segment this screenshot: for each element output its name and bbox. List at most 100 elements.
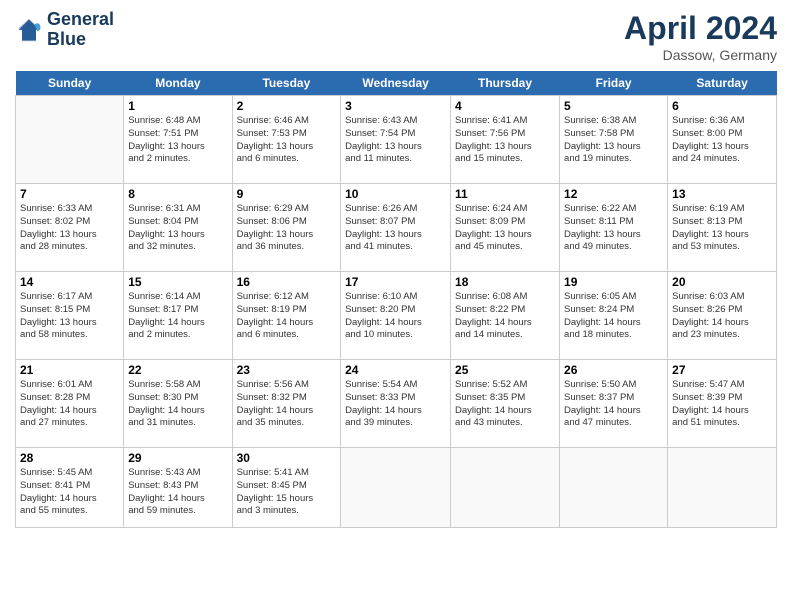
day-info: Sunrise: 6:43 AM Sunset: 7:54 PM Dayligh… bbox=[345, 115, 446, 166]
calendar-cell: 9Sunrise: 6:29 AM Sunset: 8:06 PM Daylig… bbox=[232, 184, 341, 272]
day-number: 24 bbox=[345, 363, 446, 377]
day-info: Sunrise: 5:58 AM Sunset: 8:30 PM Dayligh… bbox=[128, 379, 227, 430]
day-info: Sunrise: 6:38 AM Sunset: 7:58 PM Dayligh… bbox=[564, 115, 663, 166]
day-number: 27 bbox=[672, 363, 772, 377]
day-header-friday: Friday bbox=[560, 71, 668, 96]
calendar-cell: 4 Sunrise: 6:41 AM Sunset: 7:56 PM Daylig… bbox=[451, 96, 560, 184]
day-info: Sunrise: 5:50 AM Sunset: 8:37 PM Dayligh… bbox=[564, 379, 663, 430]
calendar-cell: 13 Sunrise: 6:19 AM Sunset: 8:13 PM Dayli… bbox=[668, 184, 777, 272]
day-info: Sunrise: 6:41 AM Sunset: 7:56 PM Dayligh… bbox=[455, 115, 555, 166]
calendar-cell: 12 Sunrise: 6:22 AM Sunset: 8:11 PM Dayli… bbox=[560, 184, 668, 272]
day-info: Sunrise: 6:05 AM Sunset: 8:24 PM Dayligh… bbox=[564, 291, 663, 342]
day-number: 29 bbox=[128, 451, 227, 465]
calendar-cell: 30Sunrise: 5:41 AM Sunset: 8:45 PM Dayli… bbox=[232, 448, 341, 528]
day-info: Sunrise: 6:03 AM Sunset: 8:26 PM Dayligh… bbox=[672, 291, 772, 342]
day-number: 17 bbox=[345, 275, 446, 289]
day-header-monday: Monday bbox=[124, 71, 232, 96]
day-info: Sunrise: 6:14 AM Sunset: 8:17 PM Dayligh… bbox=[128, 291, 227, 342]
logo-icon bbox=[15, 16, 43, 44]
day-number: 13 bbox=[672, 187, 772, 201]
day-info: Sunrise: 6:08 AM Sunset: 8:22 PM Dayligh… bbox=[455, 291, 555, 342]
day-info: Sunrise: 5:56 AM Sunset: 8:32 PM Dayligh… bbox=[237, 379, 337, 430]
day-number: 28 bbox=[20, 451, 119, 465]
day-number: 7 bbox=[20, 187, 119, 201]
logo-text: General Blue bbox=[47, 10, 114, 50]
day-number: 22 bbox=[128, 363, 227, 377]
calendar-cell bbox=[451, 448, 560, 528]
day-info: Sunrise: 6:17 AM Sunset: 8:15 PM Dayligh… bbox=[20, 291, 119, 342]
day-number: 5 bbox=[564, 99, 663, 113]
calendar-cell: 16Sunrise: 6:12 AM Sunset: 8:19 PM Dayli… bbox=[232, 272, 341, 360]
day-number: 3 bbox=[345, 99, 446, 113]
day-info: Sunrise: 6:24 AM Sunset: 8:09 PM Dayligh… bbox=[455, 203, 555, 254]
calendar-cell: 22 Sunrise: 5:58 AM Sunset: 8:30 PM Dayli… bbox=[124, 360, 232, 448]
calendar-title: April 2024 bbox=[624, 10, 777, 47]
page-container: General Blue April 2024 Dassow, Germany … bbox=[0, 0, 792, 538]
day-number: 25 bbox=[455, 363, 555, 377]
calendar-cell: 18 Sunrise: 6:08 AM Sunset: 8:22 PM Dayli… bbox=[451, 272, 560, 360]
calendar-cell: 14 Sunrise: 6:17 AM Sunset: 8:15 PM Dayli… bbox=[16, 272, 124, 360]
calendar-cell: 15 Sunrise: 6:14 AM Sunset: 8:17 PM Dayli… bbox=[124, 272, 232, 360]
day-number: 12 bbox=[564, 187, 663, 201]
day-info: Sunrise: 6:26 AM Sunset: 8:07 PM Dayligh… bbox=[345, 203, 446, 254]
calendar-cell: 26 Sunrise: 5:50 AM Sunset: 8:37 PM Dayli… bbox=[560, 360, 668, 448]
day-number: 6 bbox=[672, 99, 772, 113]
day-number: 1 bbox=[128, 99, 227, 113]
logo-line2: Blue bbox=[47, 30, 114, 50]
calendar-cell: 28 Sunrise: 5:45 AM Sunset: 8:41 PM Dayli… bbox=[16, 448, 124, 528]
calendar-week-1: 1Sunrise: 6:48 AM Sunset: 7:51 PM Daylig… bbox=[16, 96, 777, 184]
header: General Blue April 2024 Dassow, Germany bbox=[15, 10, 777, 63]
day-info: Sunrise: 6:01 AM Sunset: 8:28 PM Dayligh… bbox=[20, 379, 119, 430]
calendar-subtitle: Dassow, Germany bbox=[624, 47, 777, 63]
day-header-tuesday: Tuesday bbox=[232, 71, 341, 96]
calendar-week-2: 7 Sunrise: 6:33 AM Sunset: 8:02 PM Daylig… bbox=[16, 184, 777, 272]
calendar-week-3: 14 Sunrise: 6:17 AM Sunset: 8:15 PM Dayli… bbox=[16, 272, 777, 360]
day-number: 30 bbox=[237, 451, 337, 465]
day-number: 14 bbox=[20, 275, 119, 289]
day-info: Sunrise: 6:29 AM Sunset: 8:06 PM Dayligh… bbox=[237, 203, 337, 254]
calendar-cell: 1Sunrise: 6:48 AM Sunset: 7:51 PM Daylig… bbox=[124, 96, 232, 184]
day-number: 19 bbox=[564, 275, 663, 289]
calendar-cell: 20Sunrise: 6:03 AM Sunset: 8:26 PM Dayli… bbox=[668, 272, 777, 360]
day-number: 10 bbox=[345, 187, 446, 201]
day-info: Sunrise: 5:45 AM Sunset: 8:41 PM Dayligh… bbox=[20, 467, 119, 518]
day-number: 2 bbox=[237, 99, 337, 113]
day-number: 4 bbox=[455, 99, 555, 113]
calendar-cell: 17 Sunrise: 6:10 AM Sunset: 8:20 PM Dayli… bbox=[341, 272, 451, 360]
calendar-cell: 23 Sunrise: 5:56 AM Sunset: 8:32 PM Dayli… bbox=[232, 360, 341, 448]
day-number: 18 bbox=[455, 275, 555, 289]
day-number: 23 bbox=[237, 363, 337, 377]
calendar-cell: 25 Sunrise: 5:52 AM Sunset: 8:35 PM Dayli… bbox=[451, 360, 560, 448]
title-area: April 2024 Dassow, Germany bbox=[624, 10, 777, 63]
day-number: 15 bbox=[128, 275, 227, 289]
calendar-cell bbox=[560, 448, 668, 528]
day-info: Sunrise: 6:33 AM Sunset: 8:02 PM Dayligh… bbox=[20, 203, 119, 254]
calendar-cell: 24Sunrise: 5:54 AM Sunset: 8:33 PM Dayli… bbox=[341, 360, 451, 448]
day-info: Sunrise: 6:10 AM Sunset: 8:20 PM Dayligh… bbox=[345, 291, 446, 342]
day-info: Sunrise: 6:31 AM Sunset: 8:04 PM Dayligh… bbox=[128, 203, 227, 254]
calendar-table: SundayMondayTuesdayWednesdayThursdayFrid… bbox=[15, 71, 777, 528]
calendar-cell: 21 Sunrise: 6:01 AM Sunset: 8:28 PM Dayli… bbox=[16, 360, 124, 448]
day-info: Sunrise: 6:36 AM Sunset: 8:00 PM Dayligh… bbox=[672, 115, 772, 166]
day-number: 21 bbox=[20, 363, 119, 377]
day-info: Sunrise: 6:46 AM Sunset: 7:53 PM Dayligh… bbox=[237, 115, 337, 166]
day-info: Sunrise: 6:19 AM Sunset: 8:13 PM Dayligh… bbox=[672, 203, 772, 254]
calendar-cell: 27 Sunrise: 5:47 AM Sunset: 8:39 PM Dayli… bbox=[668, 360, 777, 448]
day-number: 8 bbox=[128, 187, 227, 201]
calendar-cell bbox=[16, 96, 124, 184]
calendar-cell bbox=[341, 448, 451, 528]
day-info: Sunrise: 6:12 AM Sunset: 8:19 PM Dayligh… bbox=[237, 291, 337, 342]
day-info: Sunrise: 5:43 AM Sunset: 8:43 PM Dayligh… bbox=[128, 467, 227, 518]
calendar-cell: 5 Sunrise: 6:38 AM Sunset: 7:58 PM Daylig… bbox=[560, 96, 668, 184]
day-info: Sunrise: 6:22 AM Sunset: 8:11 PM Dayligh… bbox=[564, 203, 663, 254]
calendar-week-4: 21 Sunrise: 6:01 AM Sunset: 8:28 PM Dayli… bbox=[16, 360, 777, 448]
calendar-cell: 2 Sunrise: 6:46 AM Sunset: 7:53 PM Daylig… bbox=[232, 96, 341, 184]
day-header-sunday: Sunday bbox=[16, 71, 124, 96]
day-info: Sunrise: 5:47 AM Sunset: 8:39 PM Dayligh… bbox=[672, 379, 772, 430]
day-number: 11 bbox=[455, 187, 555, 201]
day-header-thursday: Thursday bbox=[451, 71, 560, 96]
header-row: SundayMondayTuesdayWednesdayThursdayFrid… bbox=[16, 71, 777, 96]
day-info: Sunrise: 5:52 AM Sunset: 8:35 PM Dayligh… bbox=[455, 379, 555, 430]
calendar-cell: 10 Sunrise: 6:26 AM Sunset: 8:07 PM Dayli… bbox=[341, 184, 451, 272]
day-number: 26 bbox=[564, 363, 663, 377]
